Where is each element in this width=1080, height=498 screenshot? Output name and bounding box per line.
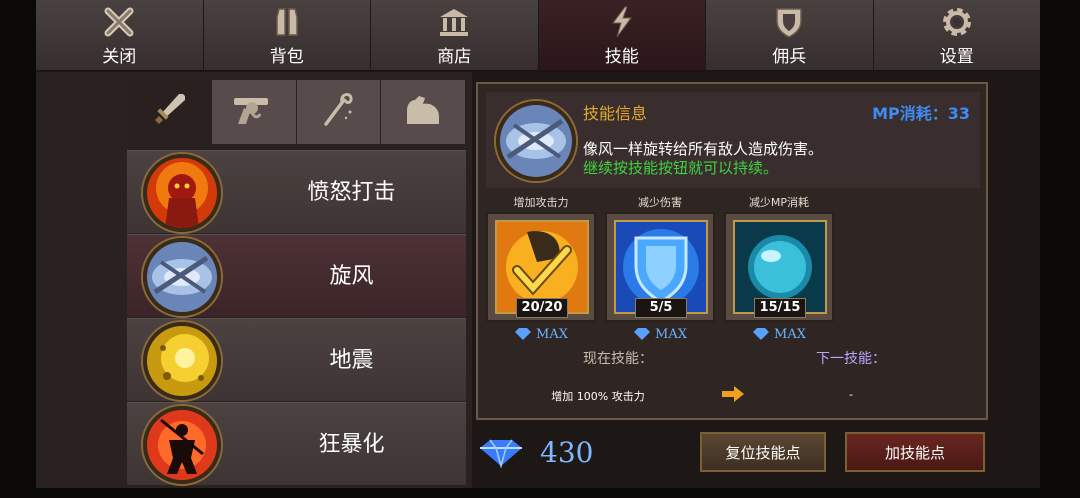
upgrade-max: MAX: [724, 324, 834, 344]
upgrade-label: 减少MP消耗: [748, 196, 810, 209]
current-skill-value: 增加 100% 攻击力: [551, 390, 645, 403]
skill-row-whirlwind[interactable]: 旋风: [127, 234, 466, 317]
upgrade-max: MAX: [486, 324, 596, 344]
diamond-icon: [634, 328, 651, 340]
upgrade-attack[interactable]: 增加攻击力 20/20 MAX: [486, 194, 596, 344]
rage-strike-icon: [143, 154, 221, 232]
bottom-frame: [0, 488, 1080, 498]
tab-skill[interactable]: 技能: [538, 0, 705, 72]
upgrade-max-label: MAX: [774, 326, 806, 342]
sword-icon: [149, 90, 189, 134]
mp-cost: MP消耗：33: [872, 104, 970, 123]
skill-icon: [604, 4, 640, 40]
tab-skill-label: 技能: [604, 46, 639, 67]
upgrade-max-label: MAX: [655, 326, 687, 342]
mercenary-shield-icon: [771, 4, 807, 40]
upgrade-max-label: MAX: [536, 326, 568, 342]
gear-icon: [939, 4, 975, 40]
upgrade-label: 增加攻击力: [513, 196, 569, 209]
arrow-right-icon: [722, 386, 744, 406]
upgrade-slot: 5/5: [605, 212, 715, 322]
tab-close-label: 关闭: [102, 46, 137, 67]
left-frame: [0, 0, 36, 498]
upgrade-label: 减少伤害: [638, 196, 682, 209]
berserk-icon: [143, 406, 221, 484]
skill-name-whirlwind: 旋风: [329, 264, 374, 289]
upgrade-max: MAX: [605, 324, 715, 344]
skill-name-berserk: 狂暴化: [318, 432, 385, 457]
close-icon: [101, 4, 137, 40]
tab-backpack[interactable]: 背包: [203, 0, 370, 72]
upgrade-slot: 20/20: [486, 212, 596, 322]
category-tab-magic[interactable]: [296, 80, 381, 144]
add-skill-points-button[interactable]: 加技能点: [845, 432, 985, 472]
skill-name-rage-strike: 愤怒打击: [307, 180, 396, 205]
tab-backpack-label: 背包: [269, 46, 304, 67]
skill-row-berserk[interactable]: 狂暴化: [127, 402, 466, 485]
staff-icon: [318, 90, 358, 134]
diamond-icon: [753, 328, 770, 340]
skill-info-title: 技能信息: [583, 104, 648, 123]
muscle-arm-icon: [401, 90, 445, 134]
category-tab-gun[interactable]: [211, 80, 296, 144]
shop-icon: [436, 4, 472, 40]
skill-list-panel: 愤怒打击 旋风 地震 狂暴化: [36, 72, 472, 498]
tab-mercenary[interactable]: 佣兵: [706, 0, 873, 72]
whirlwind-icon: [496, 101, 576, 181]
tab-close[interactable]: 关闭: [36, 0, 203, 72]
tab-shop[interactable]: 商店: [371, 0, 538, 72]
skill-info-panel: 技能信息 MP消耗：33 像风一样旋转给所有敌人造成伤害。 继续按技能按钮就可以…: [476, 82, 988, 420]
skill-hint: 继续按技能按钮就可以持续。: [583, 159, 779, 177]
whirlwind-icon: [143, 238, 221, 316]
gem-count: 430: [540, 436, 594, 469]
skill-name-earthquake: 地震: [329, 348, 374, 373]
skill-info-header: 技能信息 MP消耗：33 像风一样旋转给所有敌人造成伤害。 继续按技能按钮就可以…: [486, 92, 980, 188]
diamond-icon: [515, 328, 532, 340]
right-frame: [1040, 0, 1080, 498]
upgrade-slot: 15/15: [724, 212, 834, 322]
tab-settings-label: 设置: [939, 46, 974, 67]
revolver-icon: [230, 90, 278, 134]
upgrade-count: 15/15: [754, 298, 806, 318]
category-tab-bar: [127, 80, 466, 144]
skill-description: 像风一样旋转给所有敌人造成伤害。: [583, 140, 824, 158]
category-tab-melee[interactable]: [127, 80, 211, 144]
next-skill-value: -: [849, 388, 853, 401]
top-tab-bar: 关闭 背包 商店 技能 佣兵 设置: [36, 0, 1040, 72]
upgrade-count: 20/20: [516, 298, 568, 318]
reset-skill-points-button[interactable]: 复位技能点: [700, 432, 826, 472]
upgrade-defense[interactable]: 减少伤害 5/5 MAX: [605, 194, 715, 344]
gem-icon: [478, 438, 524, 472]
tab-mercenary-label: 佣兵: [772, 46, 807, 67]
tab-settings[interactable]: 设置: [873, 0, 1040, 72]
category-tab-strength[interactable]: [381, 80, 465, 144]
current-skill-label: 现在技能：: [583, 351, 653, 367]
skill-row-earthquake[interactable]: 地震: [127, 318, 466, 401]
skill-row-rage-strike[interactable]: 愤怒打击: [127, 150, 466, 233]
backpack-icon: [269, 4, 305, 40]
earthquake-icon: [143, 322, 221, 400]
upgrade-count: 5/5: [635, 298, 687, 318]
next-skill-label: 下一技能：: [816, 351, 886, 367]
tab-shop-label: 商店: [437, 46, 472, 67]
upgrade-mp[interactable]: 减少MP消耗 15/15 MAX: [724, 194, 834, 344]
